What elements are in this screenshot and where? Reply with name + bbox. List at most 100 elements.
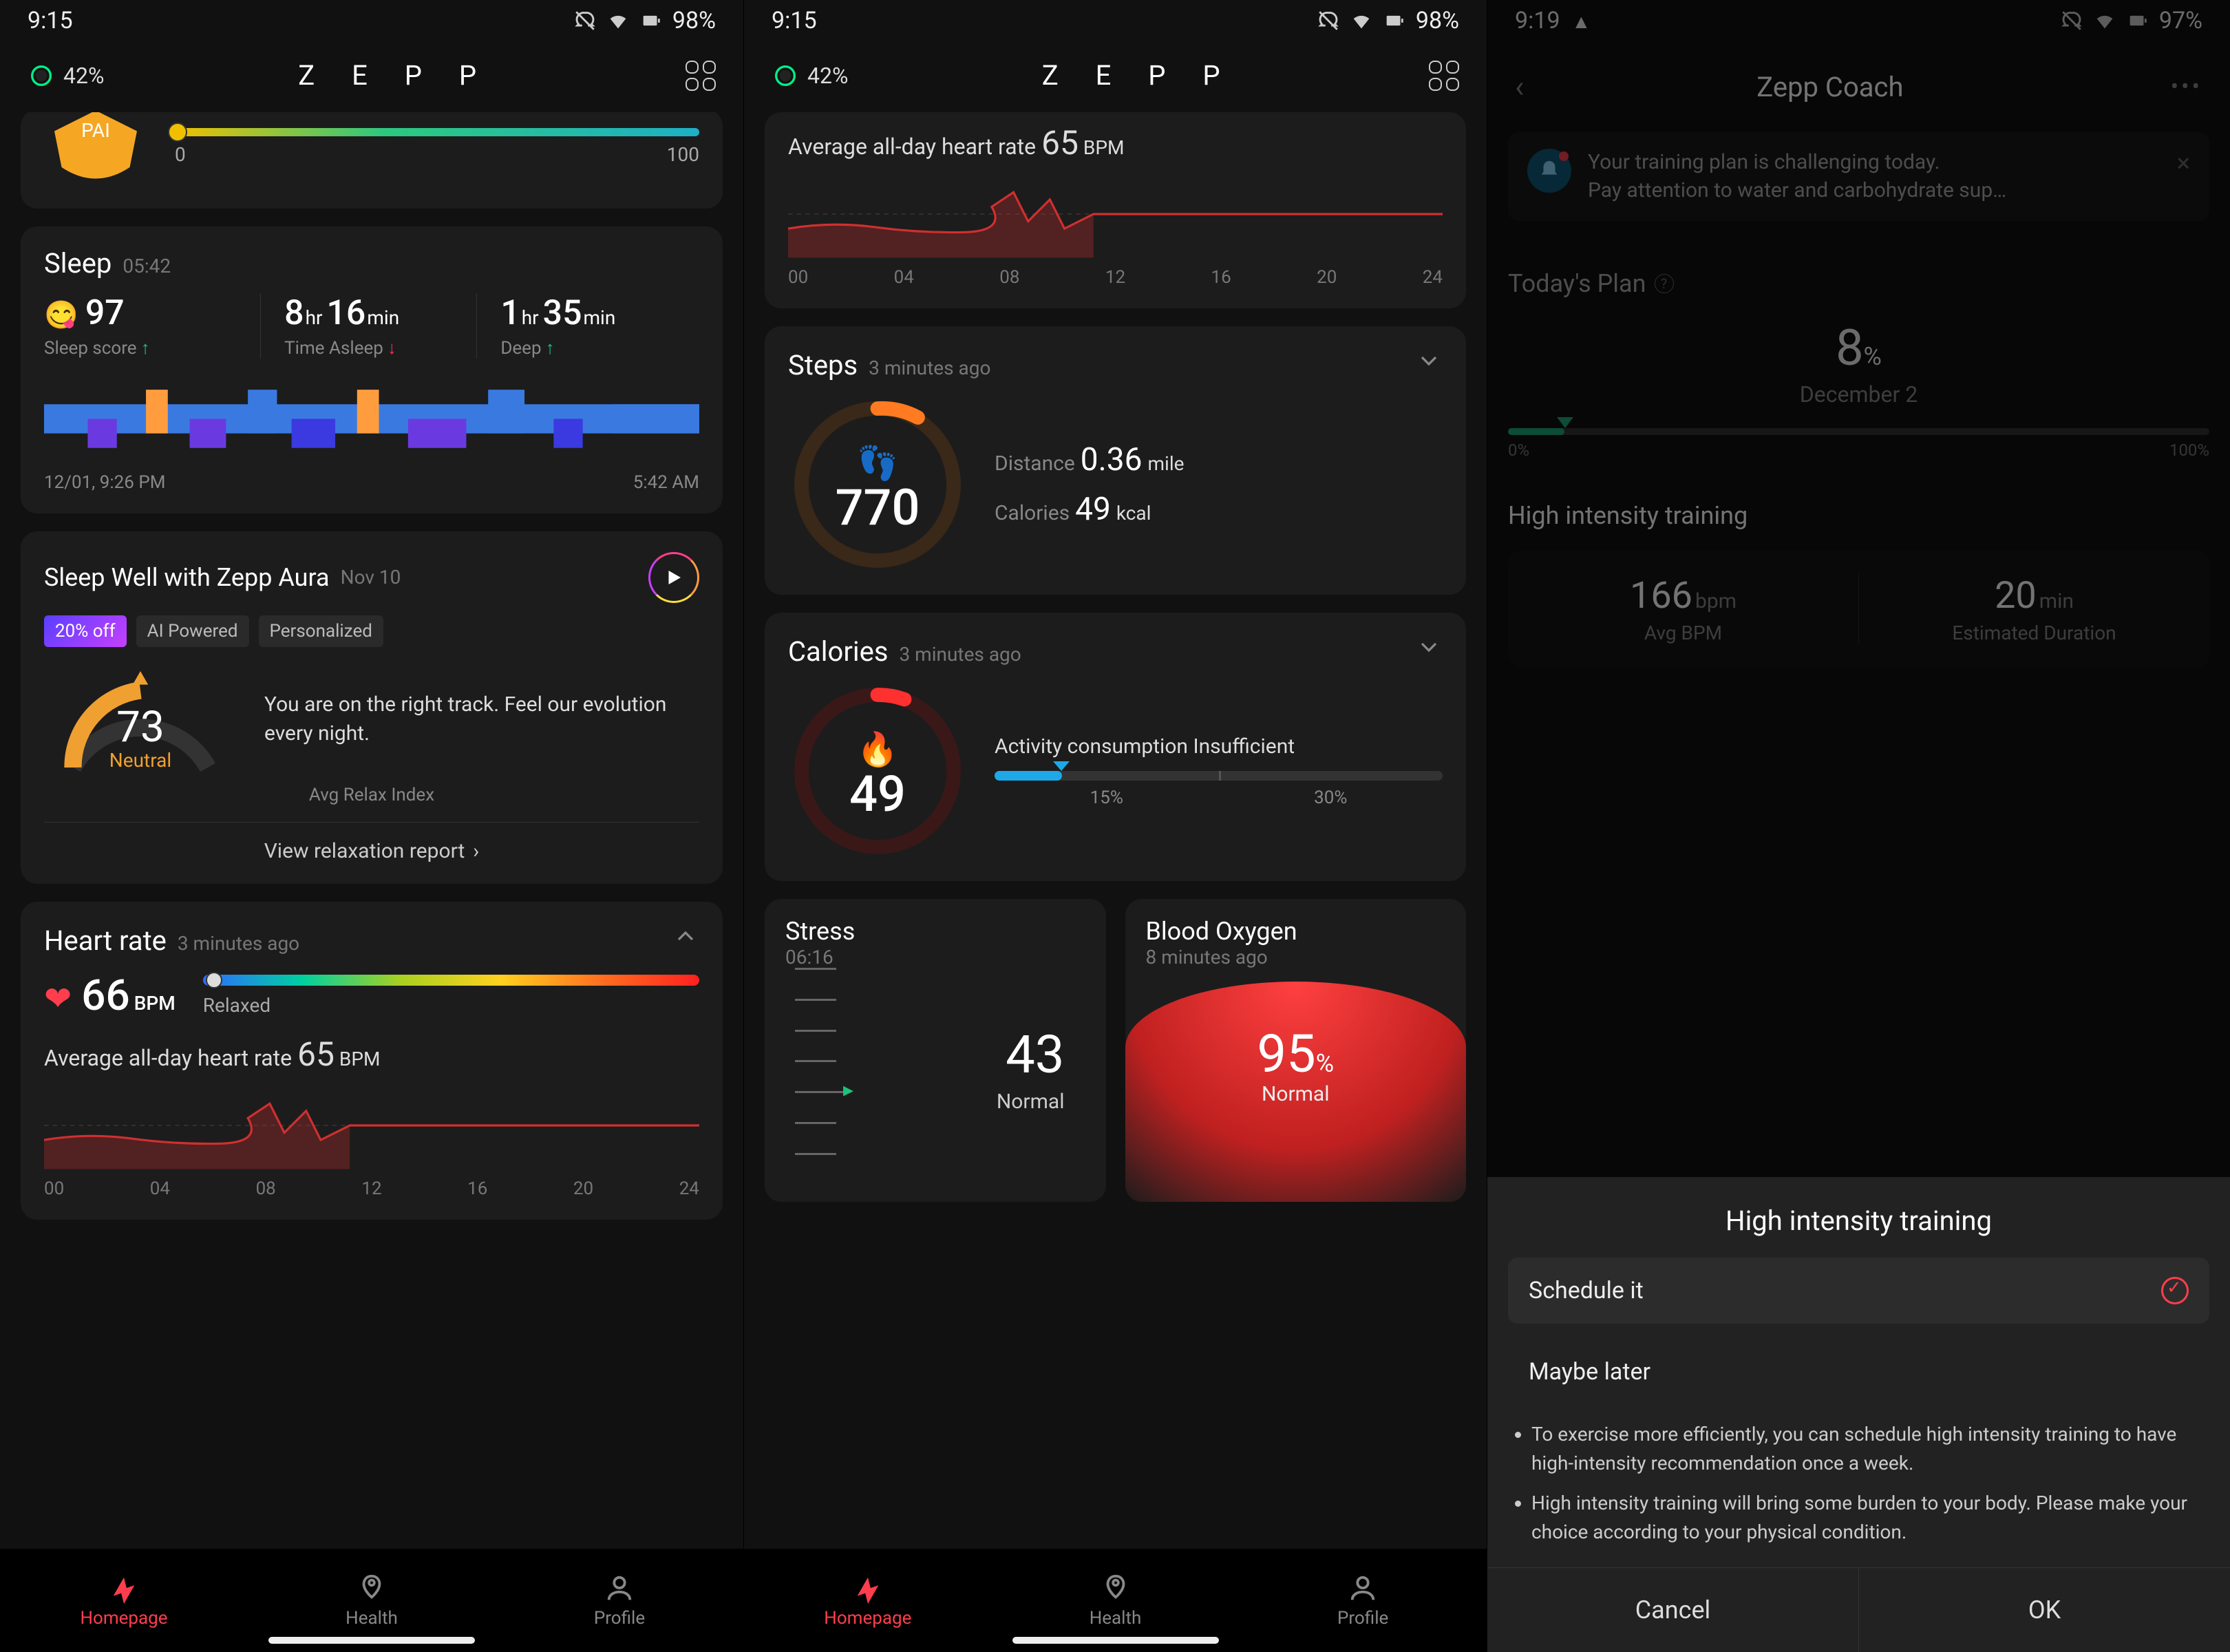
steps-value: 770 (788, 478, 967, 537)
gauge-value: 73 (44, 702, 237, 752)
app-grid-icon[interactable] (686, 61, 716, 91)
app-grid-icon[interactable] (1429, 61, 1459, 91)
mark-30: 30% (1314, 787, 1347, 808)
profile-icon (604, 1572, 635, 1604)
hr-chart-2 (788, 169, 1443, 259)
nav-home-label: Homepage (824, 1608, 911, 1629)
dnd-icon (1317, 9, 1340, 32)
gauge-label: Neutral (44, 749, 237, 772)
nav-profile[interactable]: Profile (1239, 1549, 1487, 1652)
sleep-score-label: Sleep score (44, 338, 137, 359)
battery-icon (639, 9, 663, 32)
aura-caption: Avg Relax Index (44, 785, 699, 805)
sleep-title: Sleep (44, 247, 111, 279)
up-icon: ↑ (141, 337, 150, 359)
screenshot-2: 9:15 98% 42% Z E P P Average all-day hea… (743, 0, 1487, 1652)
asleep-h: 8 (284, 293, 304, 333)
hr-avg-val: 65 (297, 1035, 334, 1074)
hr-avg-unit-2: BPM (1079, 136, 1125, 159)
nav-health-label: Health (346, 1608, 398, 1629)
heart-rate-card[interactable]: Heart rate3 minutes ago ❤66BPM Relaxed A… (21, 902, 723, 1220)
watch-battery-pct: 42% (63, 63, 104, 89)
sleep-score: 97 (85, 293, 125, 333)
app-header: 42% Z E P P (0, 41, 743, 112)
spo2-label: Normal (1125, 1082, 1467, 1106)
nav-homepage[interactable]: Homepage (744, 1549, 992, 1652)
nav-profile-label: Profile (594, 1608, 645, 1629)
home-indicator[interactable] (1012, 1637, 1219, 1644)
screenshot-3: 9:19 ▲ 97% ‹ Zepp Coach ••• Your trainin… (1487, 0, 2230, 1652)
bullet-2: High intensity training will bring some … (1531, 1489, 2202, 1547)
stress-scale: ▸ (795, 968, 857, 1188)
sleep-sub: 05:42 (123, 255, 171, 277)
cal-title: Calories (788, 635, 888, 668)
cancel-button[interactable]: Cancel (1487, 1568, 1858, 1652)
health-icon (356, 1572, 387, 1604)
watch-icon (28, 62, 55, 89)
hr-chart (44, 1081, 699, 1170)
sleep-end: 5:42 AM (633, 472, 699, 493)
footsteps-icon: 👣 (788, 443, 967, 483)
screenshot-1: 9:15 98% 42% Z E P P PAI 0100 (0, 0, 743, 1652)
option-schedule[interactable]: Schedule it (1508, 1258, 2209, 1324)
stress-card[interactable]: Stress 06:16 ▸ 43 Normal (765, 899, 1106, 1202)
bullet-1: To exercise more efficiently, you can sc… (1531, 1420, 2202, 1478)
deep-m: 35 (543, 293, 582, 333)
dist-unit: mile (1147, 452, 1184, 475)
nav-homepage[interactable]: Homepage (0, 1549, 248, 1652)
calories-ring: 🔥 49 (788, 681, 967, 860)
ok-button[interactable]: OK (1858, 1568, 2230, 1652)
chip-personalized: Personalized (259, 615, 383, 647)
flame-icon: 🔥 (788, 730, 967, 769)
chevron-right-icon: › (473, 839, 479, 863)
watch-battery[interactable]: 42% (28, 62, 104, 89)
play-icon (663, 567, 684, 588)
hr-sub: 3 minutes ago (178, 932, 299, 955)
spo2-card[interactable]: Blood Oxygen 8 minutes ago 95% Normal (1125, 899, 1467, 1202)
nav-health-label: Health (1090, 1608, 1142, 1629)
spo2-sub: 8 minutes ago (1146, 946, 1446, 968)
hr-state: Relaxed (203, 975, 699, 1017)
hr-summary-card[interactable]: Average all-day heart rate 65 BPM 000408… (765, 112, 1466, 308)
steps-ring: 👣 770 (788, 395, 967, 574)
pai-bar: 0100 (175, 128, 699, 166)
watch-battery[interactable]: 42% (772, 62, 848, 89)
status-bar: 9:15 98% (0, 0, 743, 41)
hr-axis-2: 00040812162024 (788, 267, 1443, 288)
aura-desc: You are on the right track. Feel our evo… (264, 690, 699, 748)
play-button[interactable] (648, 552, 699, 603)
chevron-up-icon[interactable] (672, 922, 699, 950)
homepage-icon (108, 1572, 140, 1604)
option-later[interactable]: Maybe later (1508, 1339, 2209, 1405)
pai-max: 100 (667, 143, 699, 166)
chip-discount: 20% off (44, 615, 127, 647)
calories-value: 49 (788, 765, 967, 823)
aura-date: Nov 10 (341, 566, 401, 589)
down-icon: ↓ (387, 337, 396, 359)
chevron-down-icon[interactable] (1415, 633, 1443, 661)
steps-card[interactable]: Steps3 minutes ago 👣 770 Distance0.36mil… (765, 326, 1466, 595)
spo2-pct: % (1316, 1049, 1334, 1078)
hr-avg-prefix-2: Average all-day heart rate (788, 134, 1041, 160)
zepp-logo: Z E P P (298, 59, 491, 92)
status-time: 9:15 (28, 7, 73, 34)
cal-unit: kcal (1116, 502, 1151, 525)
home-indicator[interactable] (268, 1637, 475, 1644)
view-report-link[interactable]: View relaxation report › (44, 839, 699, 863)
aura-card[interactable]: Sleep Well with Zepp Aura Nov 10 20% off… (21, 531, 723, 884)
sleep-chart (44, 375, 699, 463)
asleep-hu: hr (306, 306, 323, 329)
cal-sub: 3 minutes ago (899, 643, 1021, 666)
relax-gauge: 73 Neutral (44, 661, 237, 778)
report-link-text: View relaxation report (264, 839, 465, 863)
nav-profile[interactable]: Profile (496, 1549, 743, 1652)
deep-hu: hr (522, 306, 539, 329)
sleep-card[interactable]: Sleep 05:42 😋97 Sleep score↑ 8hr16min Tim… (21, 226, 723, 513)
chevron-down-icon[interactable] (1415, 347, 1443, 374)
zepp-logo: Z E P P (1042, 59, 1235, 92)
calories-card[interactable]: Calories3 minutes ago 🔥 49 Activity cons… (765, 613, 1466, 881)
status-bar: 9:15 98% (744, 0, 1487, 41)
sleep-metrics: 😋97 Sleep score↑ 8hr16min Time Asleep↓ 1… (44, 293, 699, 359)
mark-15: 15% (1090, 787, 1123, 808)
pai-card[interactable]: PAI 0100 (21, 112, 723, 209)
